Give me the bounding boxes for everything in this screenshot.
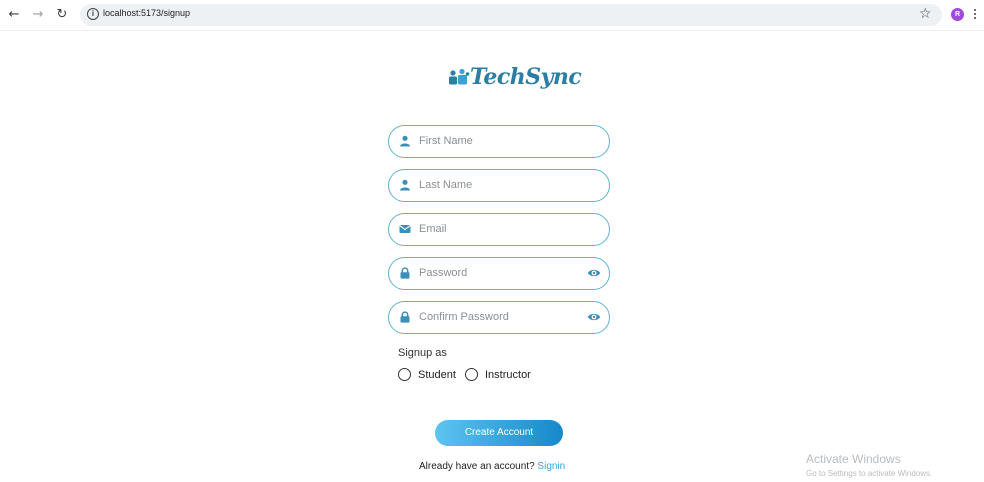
first-name-placeholder: First Name bbox=[419, 135, 473, 147]
eye-icon[interactable] bbox=[587, 311, 601, 323]
brand-name: TechSync bbox=[470, 64, 582, 90]
email-placeholder: Email bbox=[419, 223, 447, 235]
activate-windows-title: Activate Windows bbox=[806, 452, 901, 466]
instructor-radio[interactable] bbox=[465, 368, 478, 381]
signin-prompt: Already have an account? Signin bbox=[419, 461, 565, 472]
back-arrow-icon[interactable]: ← bbox=[6, 7, 22, 23]
instructor-radio-label[interactable]: Instructor bbox=[485, 369, 531, 381]
people-logo-icon bbox=[449, 68, 470, 85]
browser-toolbar: ← → ↻ i localhost:5173/signup ☆ R bbox=[0, 0, 984, 31]
bookmark-star-icon[interactable]: ☆ bbox=[919, 6, 932, 22]
password-field[interactable]: Password bbox=[388, 257, 610, 290]
browser-menu-icon[interactable] bbox=[973, 7, 977, 23]
already-have-account-text: Already have an account? bbox=[419, 461, 535, 472]
user-icon bbox=[400, 135, 410, 147]
signin-link[interactable]: Signin bbox=[537, 461, 565, 472]
confirm-password-field[interactable]: Confirm Password bbox=[388, 301, 610, 334]
last-name-placeholder: Last Name bbox=[419, 179, 473, 191]
student-radio[interactable] bbox=[398, 368, 411, 381]
password-placeholder: Password bbox=[419, 267, 468, 279]
url-text[interactable]: localhost:5173/signup bbox=[103, 8, 190, 18]
signup-as-label: Signup as bbox=[398, 347, 447, 359]
first-name-field[interactable]: First Name bbox=[388, 125, 610, 158]
last-name-field[interactable]: Last Name bbox=[388, 169, 610, 202]
user-icon bbox=[400, 179, 410, 191]
envelope-icon bbox=[399, 225, 411, 233]
activate-windows-subtitle: Go to Settings to activate Windows. bbox=[806, 469, 933, 478]
confirm-password-placeholder: Confirm Password bbox=[419, 311, 509, 323]
lock-icon bbox=[400, 311, 410, 323]
address-bar[interactable]: i localhost:5173/signup bbox=[80, 4, 942, 26]
forward-arrow-icon[interactable]: → bbox=[30, 7, 46, 23]
site-info-icon[interactable]: i bbox=[87, 8, 99, 20]
reload-icon[interactable]: ↻ bbox=[54, 7, 70, 23]
student-radio-label[interactable]: Student bbox=[418, 369, 456, 381]
profile-avatar[interactable]: R bbox=[951, 8, 964, 21]
eye-icon[interactable] bbox=[587, 267, 601, 279]
techsync-logo: TechSync bbox=[448, 62, 582, 92]
lock-icon bbox=[400, 267, 410, 279]
email-field[interactable]: Email bbox=[388, 213, 610, 246]
create-account-button[interactable]: Create Account bbox=[435, 420, 563, 446]
